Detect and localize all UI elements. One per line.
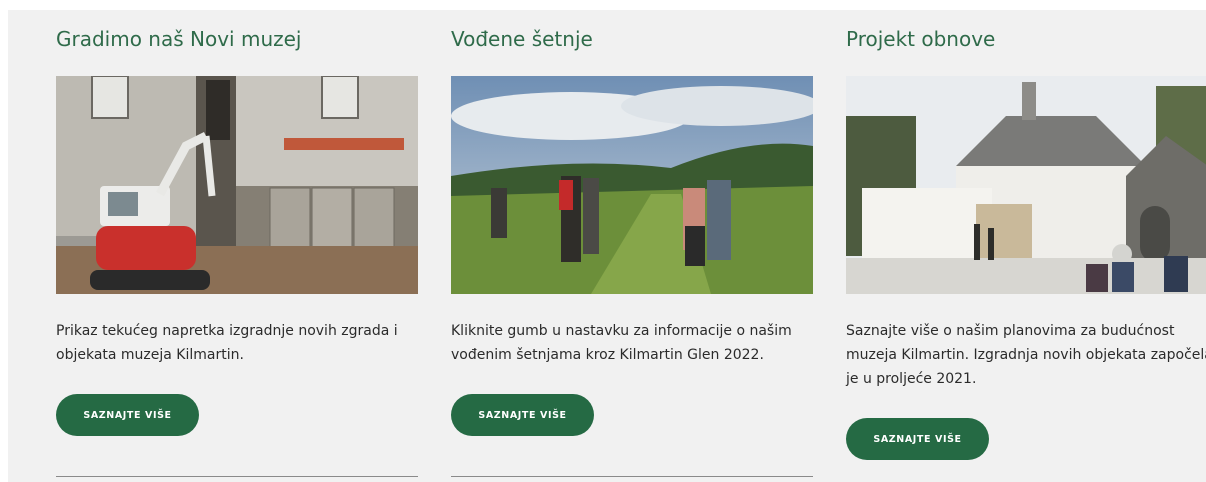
divider xyxy=(56,476,418,477)
card-title: Projekt obnove xyxy=(846,27,996,51)
renovation-rendering[interactable] xyxy=(846,76,1206,294)
learn-more-button[interactable]: SAZNAJTE VIŠE xyxy=(451,394,594,436)
card-title: Vođene šetnje xyxy=(451,27,593,51)
guided-walk-photo[interactable] xyxy=(451,76,813,294)
divider xyxy=(451,476,813,477)
card-title: Gradimo naš Novi muzej xyxy=(56,27,302,51)
card-description: Kliknite gumb u nastavku za informacije … xyxy=(451,323,792,363)
construction-photo[interactable] xyxy=(56,76,418,294)
content-panel: Gradimo naš Novi muzej Prikaz tekućeg na… xyxy=(8,10,1206,482)
card-description: Saznajte više o našim planovima za buduć… xyxy=(846,323,1206,387)
card-description: Prikaz tekućeg napretka izgradnje novih … xyxy=(56,323,398,363)
learn-more-button[interactable]: SAZNAJTE VIŠE xyxy=(846,418,989,460)
learn-more-button[interactable]: SAZNAJTE VIŠE xyxy=(56,394,199,436)
